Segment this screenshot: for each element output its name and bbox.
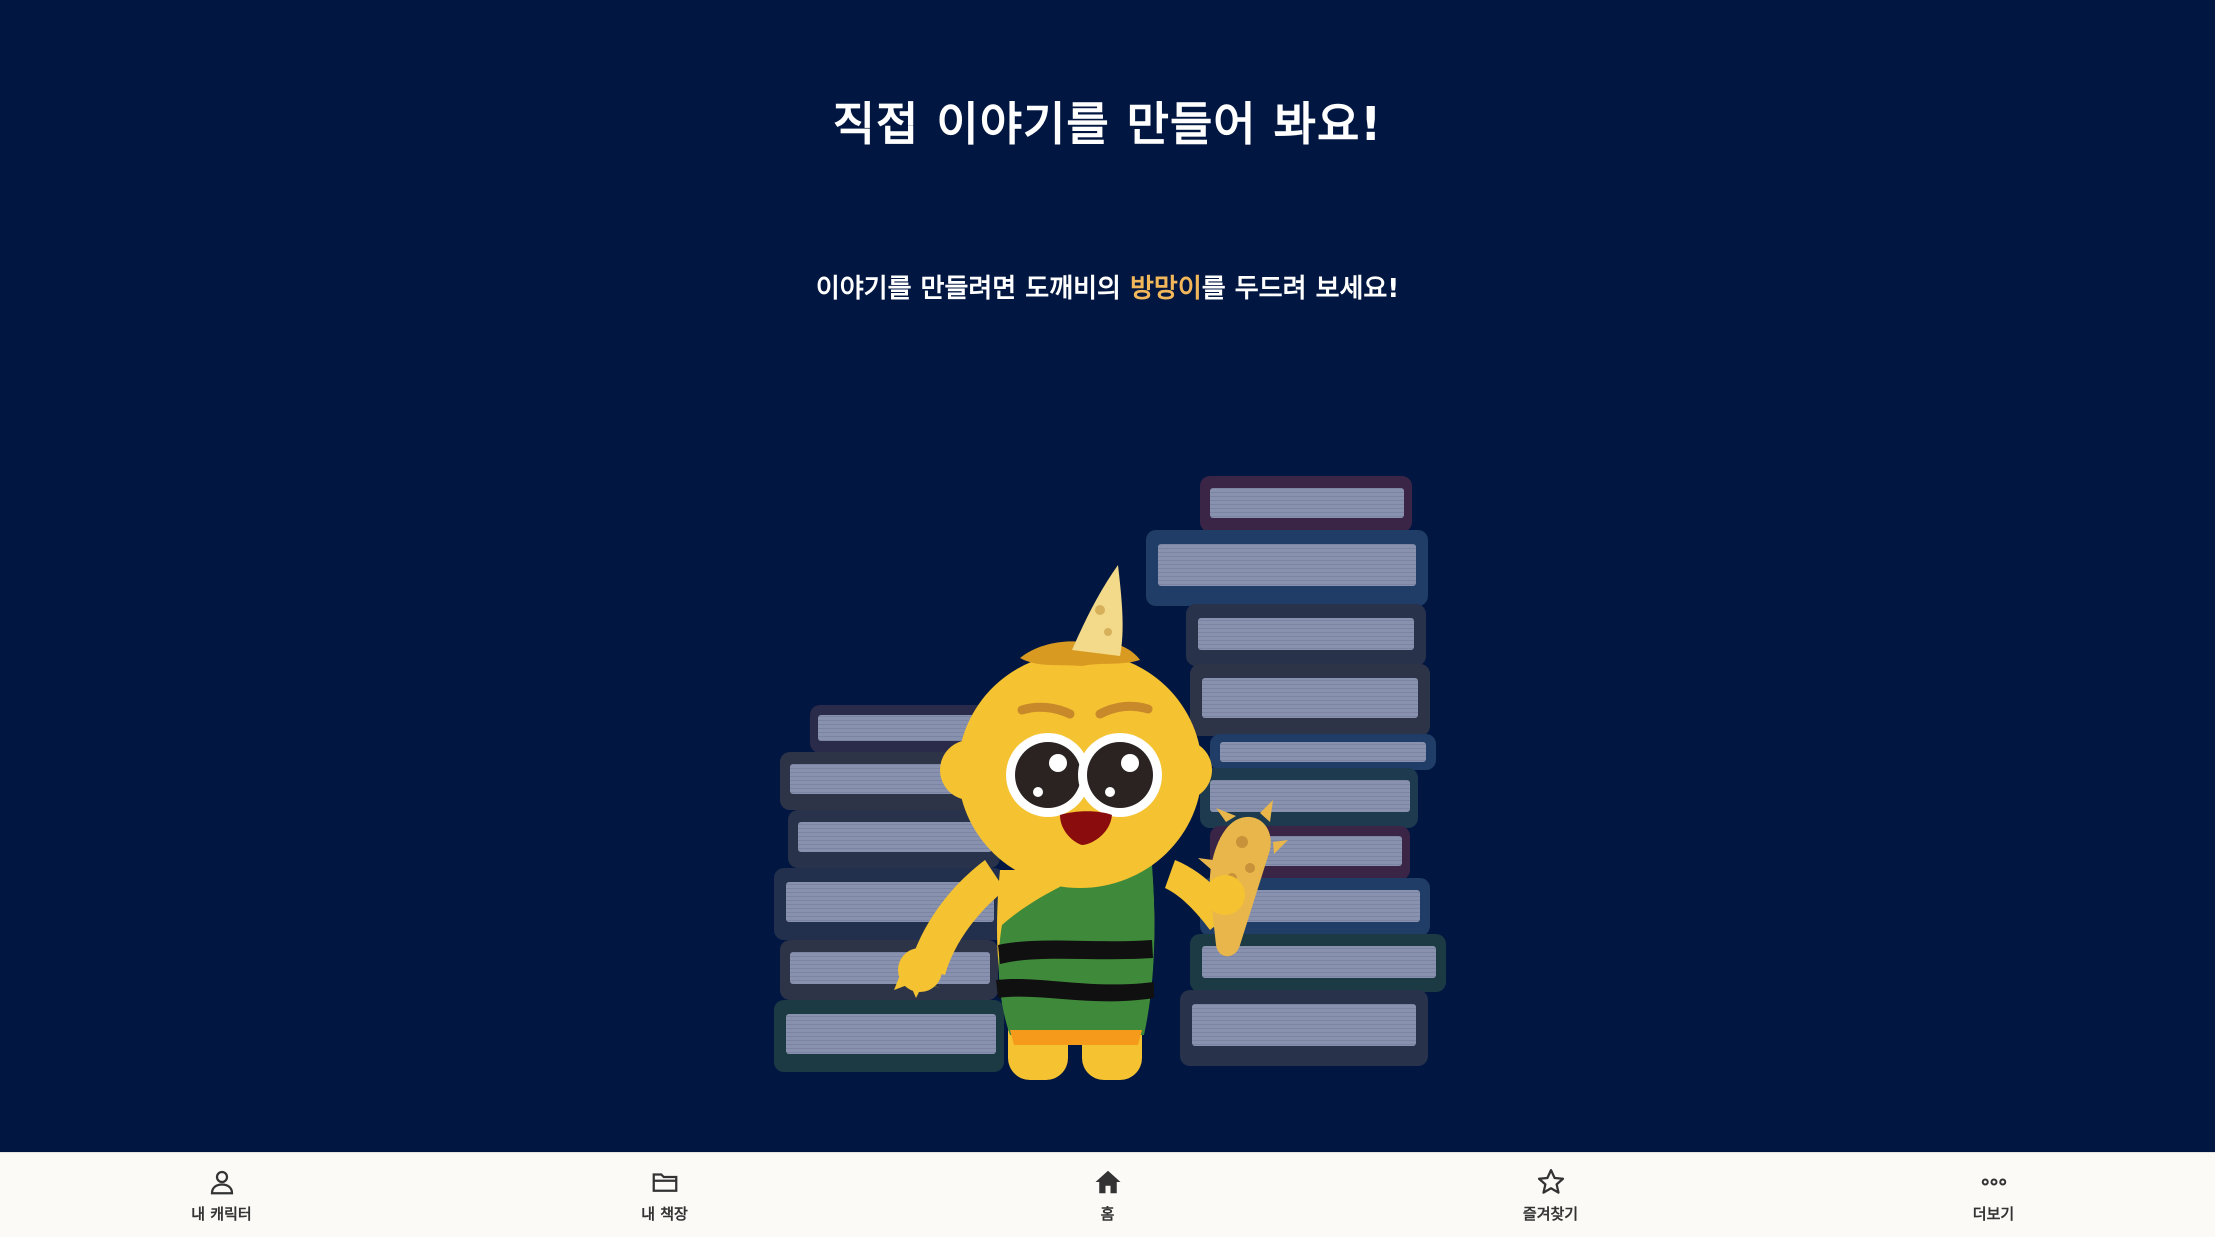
more-dots-icon [1981,1178,2006,1186]
nav-item-my-character[interactable]: 내 캐릭터 [122,1167,322,1224]
subtitle-text-before: 이야기를 만들려면 도깨비의 [815,274,1131,304]
page-title: 직접 이야기를 만들어 봐요! [832,97,1383,151]
subtitle-text-after: 를 두드려 보세요! [1201,274,1400,304]
nav-item-label: 홈 [1100,1205,1115,1223]
nav-item-label: 즐겨찾기 [1522,1205,1579,1223]
subtitle-highlight-bangmangi: 방망이 [1130,274,1202,304]
nav-item-label: 내 캐릭터 [191,1205,252,1223]
nav-item-favorites[interactable]: 즐겨찾기 [1451,1167,1651,1224]
home-icon [1095,1170,1120,1194]
nav-item-label: 내 책장 [641,1205,688,1223]
story-create-screen: 직접 이야기를 만들어 봐요! 이야기를 만들려면 도깨비의 방망이를 두드려 … [0,0,2215,1237]
nav-item-home[interactable]: 홈 [1008,1167,1208,1224]
folder-icon [652,1173,677,1192]
goblin-with-books-illustration [774,476,1446,1080]
page-subtitle: 이야기를 만들려면 도깨비의 방망이를 두드려 보세요! [0,268,2215,305]
nav-item-label: 더보기 [1972,1205,2015,1223]
nav-item-my-bookshelf[interactable]: 내 책장 [565,1167,765,1224]
person-icon [210,1170,233,1195]
bottom-navigation-bar: 내 캐릭터 내 책장 홈 즐겨찾기 더보기 [0,1152,2215,1237]
star-icon [1537,1169,1564,1194]
nav-item-more[interactable]: 더보기 [1894,1167,2094,1224]
